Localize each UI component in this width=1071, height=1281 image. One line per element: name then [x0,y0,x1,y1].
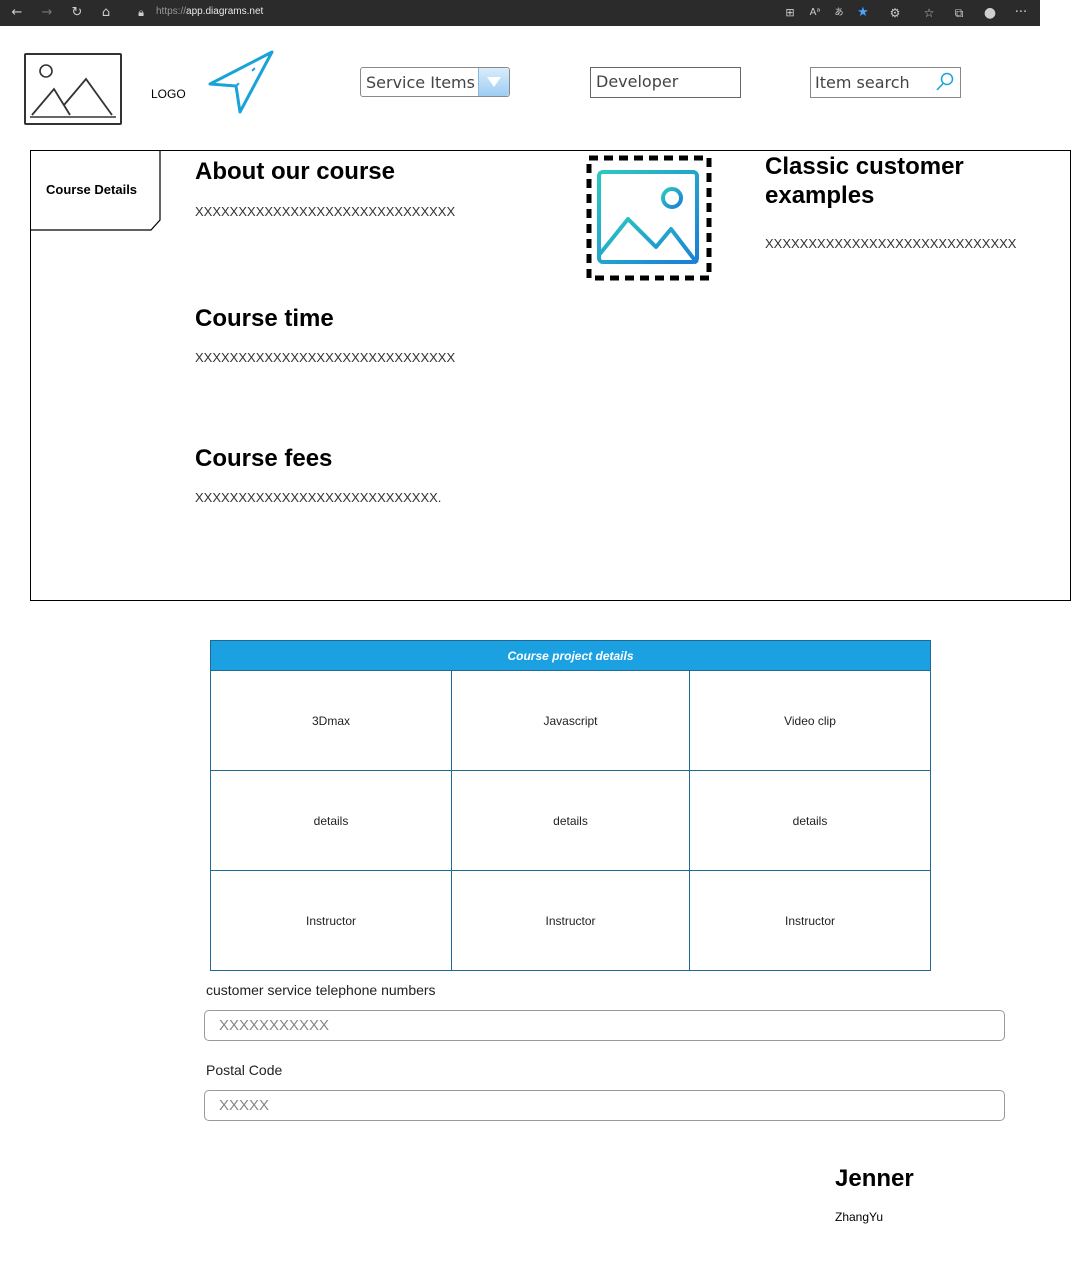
course-details-tab-label: Course Details [46,182,138,197]
course-details-panel [30,150,1071,601]
forward-icon[interactable]: → [38,4,56,22]
table-cell[interactable]: details [211,771,452,871]
table-cell[interactable]: 3Dmax [211,671,452,771]
about-course-text: XXXXXXXXXXXXXXXXXXXXXXXXXXXXXX [195,204,456,219]
favorite-star-icon[interactable]: ★ [854,4,872,22]
image-placeholder-icon [586,155,712,281]
author-name: Jenner [835,1165,914,1192]
more-icon[interactable]: ··· [1012,4,1030,22]
home-icon[interactable]: ⌂ [97,4,115,22]
refresh-icon[interactable]: ↻ [68,4,86,22]
url-protocol: https:// [156,6,187,17]
item-search-input[interactable]: Item search [810,67,961,98]
course-project-table: Course project details 3Dmax Javascript … [210,640,931,971]
image-icon [30,64,116,118]
table-header: Course project details [211,641,930,671]
table-cell[interactable]: details [690,771,930,871]
service-items-dropdown[interactable]: Service Items [360,67,510,97]
table-cell[interactable]: Video clip [690,671,930,771]
table-cell[interactable]: Instructor [211,871,452,970]
table-cell[interactable]: Javascript [452,671,690,771]
course-fees-text: XXXXXXXXXXXXXXXXXXXXXXXXXXXX. [195,490,442,505]
grid-icon[interactable]: ⊞ [781,4,799,22]
about-course-heading: About our course [195,158,396,185]
developer-field[interactable]: Developer [590,67,741,98]
table-cell[interactable]: details [452,771,690,871]
back-icon[interactable]: ← [8,4,26,22]
author-subname: ZhangYu [835,1210,884,1224]
favorites-icon[interactable]: ☆ [920,4,938,22]
phone-label: customer service telephone numbers [206,982,436,998]
logo-image-placeholder [24,53,122,125]
profile-icon[interactable]: ● [981,4,999,22]
translate-icon[interactable]: あ [830,4,848,22]
url-host: app.diagrams.net [186,6,264,17]
lock-icon[interactable]: 🔒︎ [132,4,150,22]
developer-value: Developer [596,72,679,91]
address-bar[interactable]: https://app.diagrams.net [156,6,263,17]
read-aloud-icon[interactable]: Aᵃ [806,4,824,22]
table-cell[interactable]: Instructor [452,871,690,970]
table-cell[interactable]: Instructor [690,871,930,970]
search-value: Item search [815,73,910,92]
course-time-text: XXXXXXXXXXXXXXXXXXXXXXXXXXXXXX [195,350,456,365]
course-time-heading: Course time [195,305,334,332]
course-fees-heading: Course fees [195,445,333,472]
postal-code-input[interactable]: XXXXX [204,1090,1005,1121]
classic-examples-text: XXXXXXXXXXXXXXXXXXXXXXXXXXXXX [765,236,1017,251]
postal-code-label: Postal Code [206,1062,283,1078]
send-plane-icon [208,50,274,114]
service-items-label: Service Items [366,73,475,92]
extensions-icon[interactable]: ⚙ [886,4,904,22]
chevron-down-icon[interactable] [478,68,509,96]
collections-icon[interactable]: ⧉ [950,4,968,22]
browser-toolbar: ← → ↻ ⌂ 🔒︎ https://app.diagrams.net ⊞ Aᵃ… [0,0,1040,26]
search-icon[interactable] [934,71,956,93]
logo-text: LOGO [151,87,186,101]
classic-examples-heading: Classic customer examples [765,153,964,209]
phone-input[interactable]: XXXXXXXXXXX [204,1010,1005,1041]
